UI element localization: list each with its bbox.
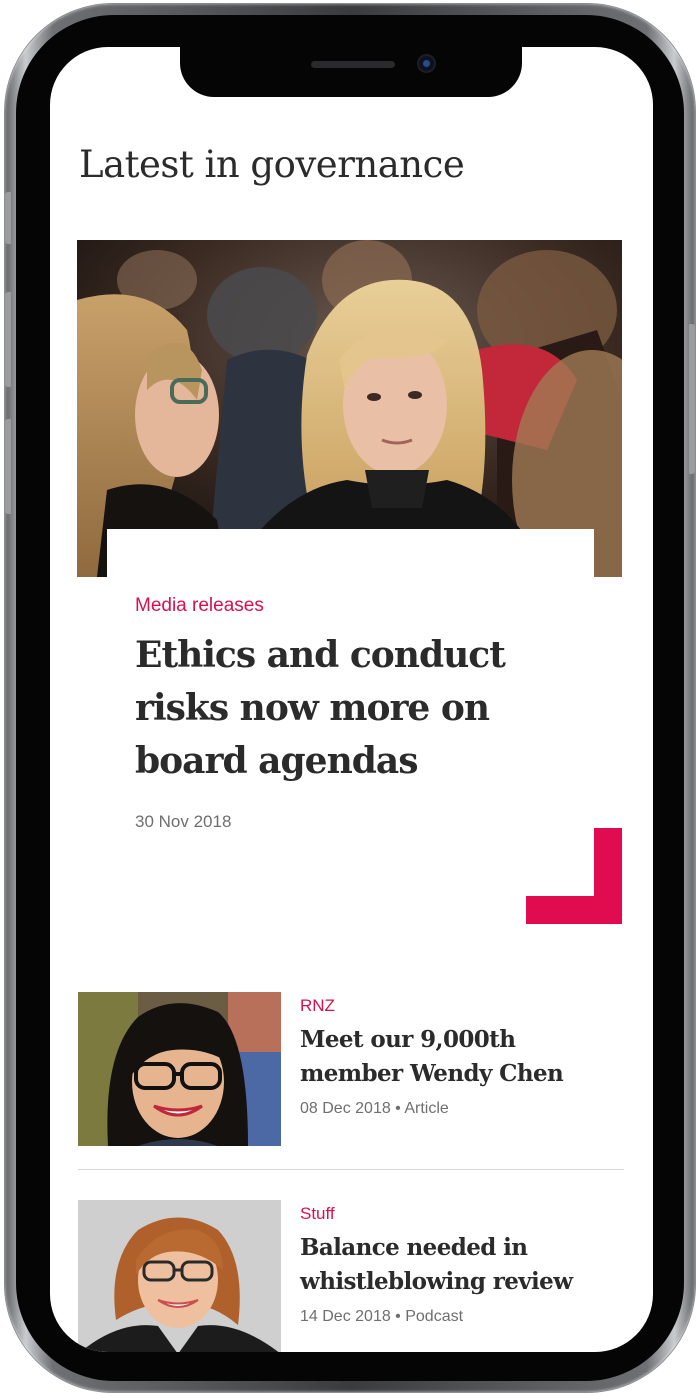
featured-image[interactable]: [77, 240, 622, 577]
article-thumbnail[interactable]: [78, 992, 281, 1146]
article-source[interactable]: RNZ: [300, 996, 335, 1016]
speaker-grille: [311, 61, 395, 68]
list-item-article-1[interactable]: RNZ Meet our 9,000th member Wendy Chen 0…: [78, 992, 623, 1152]
article-meta: 14 Dec 2018 • Podcast: [300, 1308, 464, 1325]
article-title[interactable]: Balance needed in whistleblowing review: [300, 1231, 620, 1299]
volume-down-button: [5, 419, 11, 514]
divider: [78, 1169, 624, 1170]
article-photo: [78, 1200, 281, 1352]
front-camera: [417, 54, 436, 73]
wendy-chen-photo: [78, 992, 281, 1146]
notch: [180, 47, 522, 97]
phone-screen: Latest in governance Media releases Ethi…: [50, 47, 653, 1352]
mute-switch: [5, 192, 11, 244]
list-item-article-2[interactable]: Stuff Balance needed in whistleblowing r…: [78, 1200, 623, 1352]
article-meta: 08 Dec 2018 • Article: [300, 1100, 449, 1117]
article-source[interactable]: Stuff: [300, 1204, 335, 1224]
featured-headline[interactable]: Ethics and conduct risks now more on boa…: [135, 629, 535, 788]
article-thumbnail[interactable]: [78, 1200, 281, 1352]
power-button: [689, 324, 695, 474]
section-title: Latest in governance: [79, 143, 465, 186]
featured-photo: [77, 240, 622, 577]
featured-date: 30 Nov 2018: [135, 812, 232, 831]
volume-up-button: [5, 292, 11, 387]
article-title[interactable]: Meet our 9,000th member Wendy Chen: [300, 1023, 620, 1091]
featured-category[interactable]: Media releases: [135, 595, 264, 617]
corner-bracket-icon: [526, 828, 622, 924]
